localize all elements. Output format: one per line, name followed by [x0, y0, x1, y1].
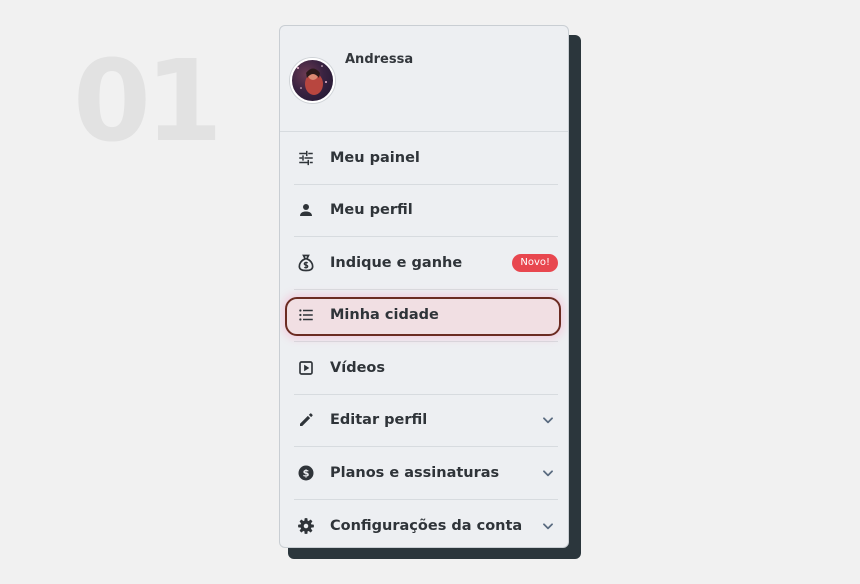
profile-header: Andressa: [280, 26, 568, 132]
menu-item-label: Indique e ganhe: [330, 254, 463, 271]
new-badge: Novo!: [512, 253, 558, 272]
chevron-down-icon[interactable]: [540, 465, 556, 481]
avatar[interactable]: [290, 58, 335, 103]
user-menu-dropdown: Andressa Meu painel Meu perfil Indique e…: [279, 25, 569, 548]
dollar-circle-icon: $: [296, 463, 316, 483]
menu-item-label: Editar perfil: [330, 412, 428, 429]
menu-list: Meu painel Meu perfil Indique e ganhe No…: [280, 132, 568, 548]
user-name: Andressa: [345, 52, 414, 67]
menu-item-label: Configurações da conta: [330, 517, 523, 534]
menu-item-planos-e-assinaturas[interactable]: $ Planos e assinaturas: [294, 447, 558, 500]
chevron-down-icon[interactable]: [540, 518, 556, 534]
sliders-icon: [296, 148, 316, 168]
menu-item-videos[interactable]: Vídeos: [294, 342, 558, 395]
menu-item-editar-perfil[interactable]: Editar perfil: [294, 395, 558, 447]
gear-icon: [296, 516, 316, 536]
pencil-icon: [296, 410, 316, 430]
step-number: 01: [73, 37, 223, 167]
svg-text:$: $: [303, 468, 310, 479]
menu-item-label: Meu perfil: [330, 202, 413, 219]
menu-item-meu-perfil[interactable]: Meu perfil: [294, 185, 558, 237]
menu-item-label: Minha cidade: [330, 307, 439, 324]
menu-item-label: Meu painel: [330, 149, 420, 166]
menu-item-label: Planos e assinaturas: [330, 464, 500, 481]
money-bag-icon: [296, 253, 316, 273]
menu-item-indique-e-ganhe[interactable]: Indique e ganhe Novo!: [294, 237, 558, 290]
chevron-down-icon[interactable]: [540, 412, 556, 428]
list-icon: [296, 305, 316, 325]
play-square-icon: [296, 358, 316, 378]
menu-item-label: Vídeos: [330, 359, 385, 376]
person-icon: [296, 200, 316, 220]
menu-item-minha-cidade[interactable]: Minha cidade: [285, 290, 561, 342]
menu-item-meu-painel[interactable]: Meu painel: [294, 132, 558, 185]
menu-item-configuracoes-da-conta[interactable]: Configurações da conta: [294, 500, 558, 548]
